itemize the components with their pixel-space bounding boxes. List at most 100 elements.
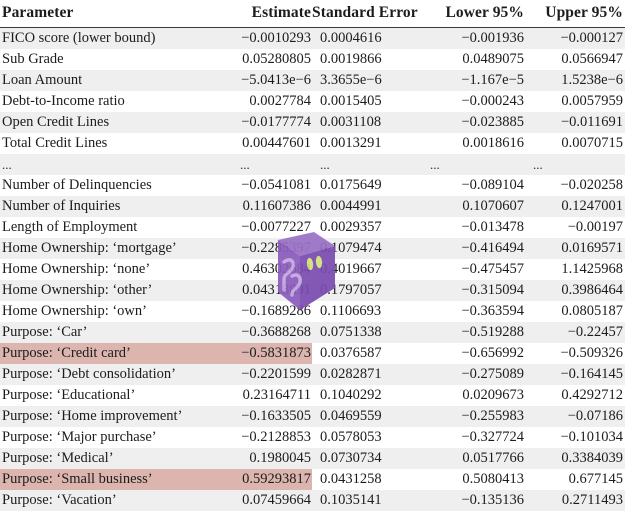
table-header: Parameter Estimate Standard Error Lower … <box>0 0 625 28</box>
cell-standard-error: ... <box>312 154 422 175</box>
cell-lower-95: −0.275089 <box>422 364 525 385</box>
cell-lower-95: ... <box>422 154 525 175</box>
cell-parameter: Purpose: ‘Major purchase’ <box>0 427 232 448</box>
cell-estimate: −0.2128853 <box>232 427 312 448</box>
table-row-ellipsis: ............... <box>0 154 625 175</box>
cell-upper-95: 0.3384039 <box>525 448 625 469</box>
cell-standard-error: 0.4019667 <box>312 259 422 280</box>
cell-standard-error: 0.0015405 <box>312 91 422 112</box>
cell-standard-error: 0.0013291 <box>312 133 422 154</box>
cell-standard-error: 0.0044991 <box>312 196 422 217</box>
cell-lower-95: −0.255983 <box>422 406 525 427</box>
cell-lower-95: 0.0209673 <box>422 385 525 406</box>
cell-estimate: 0.05280805 <box>232 49 312 70</box>
cell-upper-95: −0.164145 <box>525 364 625 385</box>
table-row: Number of Inquiries0.116073860.00449910.… <box>0 196 625 217</box>
cell-lower-95: −0.023885 <box>422 112 525 133</box>
cell-estimate: −0.0541081 <box>232 175 312 196</box>
column-header-lower-95: Lower 95% <box>422 0 525 28</box>
cell-parameter: Home Ownership: ‘none’ <box>0 259 232 280</box>
cell-upper-95: 0.0566947 <box>525 49 625 70</box>
table-row: Home Ownership: ‘mortgage’−0.22853970.10… <box>0 238 625 259</box>
cell-lower-95: 0.1070607 <box>422 196 525 217</box>
table-row: Loan Amount−5.0413e−63.3655e−6−1.167e−51… <box>0 70 625 91</box>
cell-upper-95: −0.101034 <box>525 427 625 448</box>
cell-upper-95: 0.0805187 <box>525 301 625 322</box>
cell-lower-95: −0.135136 <box>422 490 525 511</box>
table-row: Purpose: ‘Debt consolidation’−0.22015990… <box>0 364 625 385</box>
cell-estimate: ... <box>232 154 312 175</box>
cell-upper-95: 0.0070715 <box>525 133 625 154</box>
table-body: FICO score (lower bound)−0.00102930.0004… <box>0 28 625 512</box>
cell-parameter: Open Credit Lines <box>0 112 232 133</box>
cell-standard-error: 0.0004616 <box>312 28 422 50</box>
cell-upper-95: −0.00197 <box>525 217 625 238</box>
table-row: Sub Grade0.052808050.00198660.04890750.0… <box>0 49 625 70</box>
cell-lower-95: −0.363594 <box>422 301 525 322</box>
cell-parameter: Total Credit Lines <box>0 133 232 154</box>
cell-upper-95: −0.07186 <box>525 406 625 427</box>
cell-standard-error: 0.1040292 <box>312 385 422 406</box>
cell-standard-error: 0.0751338 <box>312 322 422 343</box>
cell-parameter: Home Ownership: ‘other’ <box>0 280 232 301</box>
cell-upper-95: −0.22457 <box>525 322 625 343</box>
cell-parameter: Number of Inquiries <box>0 196 232 217</box>
table-row: Purpose: ‘Major purchase’−0.21288530.057… <box>0 427 625 448</box>
cell-standard-error: 0.1035141 <box>312 490 422 511</box>
cell-parameter: Debt-to-Income ratio <box>0 91 232 112</box>
table-row: FICO score (lower bound)−0.00102930.0004… <box>0 28 625 50</box>
cell-parameter: Purpose: ‘Vacation’ <box>0 490 232 511</box>
cell-lower-95: 0.0018616 <box>422 133 525 154</box>
cell-parameter: Purpose: ‘Small business’ <box>0 469 232 490</box>
cell-estimate: −0.0010293 <box>232 28 312 50</box>
cell-parameter: Loan Amount <box>0 70 232 91</box>
cell-parameter: ... <box>0 154 232 175</box>
cell-lower-95: 0.0489075 <box>422 49 525 70</box>
cell-estimate: −0.3688268 <box>232 322 312 343</box>
cell-upper-95: 0.2711493 <box>525 490 625 511</box>
cell-parameter: Length of Employment <box>0 217 232 238</box>
cell-standard-error: 0.0019866 <box>312 49 422 70</box>
cell-lower-95: −0.475457 <box>422 259 525 280</box>
coefficient-table-container: Parameter Estimate Standard Error Lower … <box>0 0 625 511</box>
cell-standard-error: 0.0282871 <box>312 364 422 385</box>
table-row: Purpose: ‘Small business’0.592938170.043… <box>0 469 625 490</box>
cell-parameter: Purpose: ‘Educational’ <box>0 385 232 406</box>
cell-estimate: −0.2285397 <box>232 238 312 259</box>
cell-standard-error: 0.1106693 <box>312 301 422 322</box>
cell-estimate: 0.07459664 <box>232 490 312 511</box>
cell-upper-95: −0.509326 <box>525 343 625 364</box>
cell-estimate: −0.5831873 <box>232 343 312 364</box>
cell-parameter: Purpose: ‘Debt consolidation’ <box>0 364 232 385</box>
cell-estimate: −0.1633505 <box>232 406 312 427</box>
cell-standard-error: 0.0029357 <box>312 217 422 238</box>
cell-lower-95: −0.416494 <box>422 238 525 259</box>
cell-lower-95: 0.0517766 <box>422 448 525 469</box>
cell-estimate: 0.46302684 <box>232 259 312 280</box>
table-row: Home Ownership: ‘none’0.463026840.401966… <box>0 259 625 280</box>
cell-upper-95: −0.000127 <box>525 28 625 50</box>
cell-lower-95: −0.327724 <box>422 427 525 448</box>
column-header-estimate: Estimate <box>232 0 312 28</box>
cell-standard-error: 0.0031108 <box>312 112 422 133</box>
cell-estimate: 0.59293817 <box>232 469 312 490</box>
cell-upper-95: 1.5238e−6 <box>525 70 625 91</box>
cell-lower-95: −0.519288 <box>422 322 525 343</box>
cell-parameter: Home Ownership: ‘mortgage’ <box>0 238 232 259</box>
column-header-standard-error: Standard Error <box>312 0 422 28</box>
cell-standard-error: 3.3655e−6 <box>312 70 422 91</box>
table-row: Purpose: ‘Medical’0.19800450.07307340.05… <box>0 448 625 469</box>
table-row: Purpose: ‘Car’−0.36882680.0751338−0.5192… <box>0 322 625 343</box>
cell-estimate: −0.0077227 <box>232 217 312 238</box>
table-row: Number of Delinquencies−0.05410810.01756… <box>0 175 625 196</box>
header-row: Parameter Estimate Standard Error Lower … <box>0 0 625 28</box>
table-row: Home Ownership: ‘own’−0.16892860.1106693… <box>0 301 625 322</box>
cell-upper-95: 0.4292712 <box>525 385 625 406</box>
cell-upper-95: 0.1247001 <box>525 196 625 217</box>
cell-estimate: 0.00447601 <box>232 133 312 154</box>
cell-estimate: −5.0413e−6 <box>232 70 312 91</box>
table-row: Purpose: ‘Home improvement’−0.16335050.0… <box>0 406 625 427</box>
cell-standard-error: 0.0578053 <box>312 427 422 448</box>
cell-standard-error: 0.0431258 <box>312 469 422 490</box>
cell-parameter: Number of Delinquencies <box>0 175 232 196</box>
